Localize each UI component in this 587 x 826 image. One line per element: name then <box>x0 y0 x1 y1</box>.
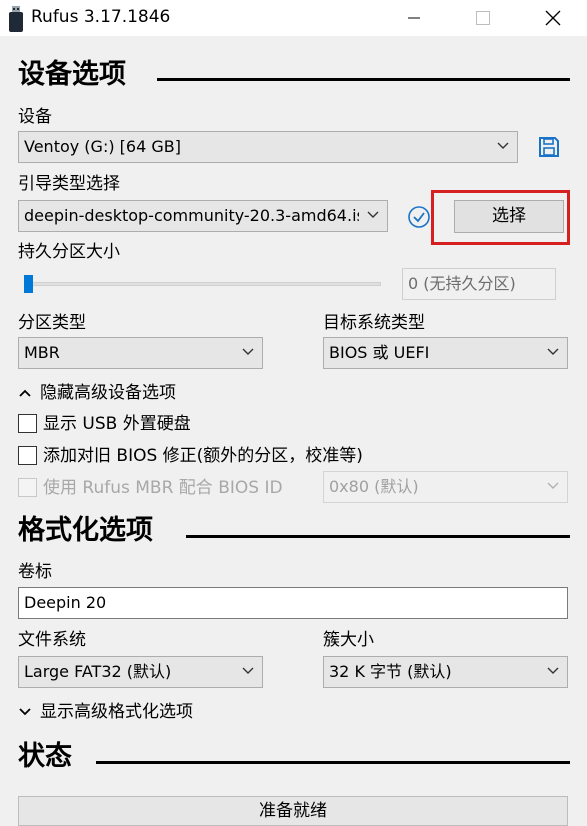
file-system-label: 文件系统 <box>18 630 86 650</box>
device-label: 设备 <box>18 107 52 127</box>
hide-advanced-device-toggle[interactable]: 隐藏高级设备选项 <box>18 382 176 404</box>
maximize-button[interactable] <box>457 0 505 36</box>
window-title: Rufus 3.17.1846 <box>31 7 171 27</box>
old-bios-fixes-label: 添加对旧 BIOS 修正(额外的分区，校准等) <box>43 446 363 466</box>
minimize-icon <box>408 17 420 19</box>
boot-selection-select[interactable]: deepin-desktop-community-20.3-amd64.is <box>18 200 388 232</box>
cluster-size-select[interactable]: 32 K 字节 (默认) <box>323 656 568 688</box>
chevron-up-icon <box>19 389 31 397</box>
partition-scheme-value: MBR <box>24 343 60 362</box>
device-select[interactable]: Ventoy (G:) [64 GB] <box>18 131 518 163</box>
chevron-down-icon <box>547 482 559 489</box>
chevron-down-icon <box>367 211 379 218</box>
target-system-value: BIOS 或 UEFI <box>329 343 430 362</box>
chevron-down-icon <box>242 667 254 674</box>
persistent-slider-thumb[interactable] <box>24 275 33 293</box>
chevron-down-icon <box>547 667 559 674</box>
status-bar: 准备就绪 <box>18 796 568 826</box>
status-heading: 状态 <box>18 741 72 772</box>
list-usb-hdd-checkbox[interactable] <box>18 414 37 433</box>
target-system-select[interactable]: BIOS 或 UEFI <box>323 337 568 369</box>
show-advanced-format-label: 显示高级格式化选项 <box>40 702 193 722</box>
status-text: 准备就绪 <box>259 801 327 821</box>
partition-scheme-select[interactable]: MBR <box>18 337 263 369</box>
usb-drive-icon <box>9 6 23 32</box>
rufus-mbr-label: 使用 Rufus MBR 配合 BIOS ID <box>43 478 283 498</box>
target-system-label: 目标系统类型 <box>323 313 425 333</box>
persistent-size-field[interactable]: 0 (无持久分区) <box>402 268 556 300</box>
volume-label-label: 卷标 <box>18 562 52 582</box>
rufus-mbr-checkbox[interactable] <box>18 478 37 497</box>
save-icon[interactable] <box>538 136 560 158</box>
close-icon <box>545 10 561 26</box>
chevron-down-icon <box>242 348 254 355</box>
minimize-button[interactable] <box>390 0 438 36</box>
cluster-size-value: 32 K 字节 (默认) <box>329 662 452 681</box>
persistent-size-label: 持久分区大小 <box>18 242 120 262</box>
hide-advanced-device-label: 隐藏高级设备选项 <box>40 383 176 403</box>
boot-selection-value: deepin-desktop-community-20.3-amd64.is <box>24 206 359 225</box>
file-system-value: Large FAT32 (默认) <box>24 662 172 681</box>
chevron-down-icon <box>547 348 559 355</box>
volume-label-input[interactable]: Deepin 20 <box>18 587 568 619</box>
chevron-down-icon <box>497 142 509 149</box>
device-options-heading: 设备选项 <box>18 59 126 90</box>
show-advanced-format-toggle[interactable]: 显示高级格式化选项 <box>18 701 193 723</box>
file-system-select[interactable]: Large FAT32 (默认) <box>18 656 263 688</box>
section-divider <box>186 535 570 538</box>
device-value: Ventoy (G:) [64 GB] <box>24 137 181 156</box>
partition-scheme-label: 分区类型 <box>18 313 86 333</box>
old-bios-fixes-checkbox[interactable] <box>18 446 37 465</box>
select-image-button[interactable]: 选择 <box>454 200 564 233</box>
section-divider <box>157 78 570 81</box>
checksum-icon[interactable] <box>407 205 431 229</box>
cluster-size-label: 簇大小 <box>323 630 374 650</box>
chevron-down-icon <box>19 708 31 716</box>
close-button[interactable] <box>527 0 575 36</box>
bios-id-value: 0x80 (默认) <box>329 477 419 496</box>
format-options-heading: 格式化选项 <box>18 515 153 546</box>
boot-selection-label: 引导类型选择 <box>18 174 120 194</box>
persistent-slider-track[interactable] <box>24 282 381 286</box>
bios-id-select[interactable]: 0x80 (默认) <box>323 471 568 503</box>
maximize-icon <box>476 11 490 25</box>
list-usb-hdd-label: 显示 USB 外置硬盘 <box>43 414 191 434</box>
section-divider <box>96 761 570 764</box>
